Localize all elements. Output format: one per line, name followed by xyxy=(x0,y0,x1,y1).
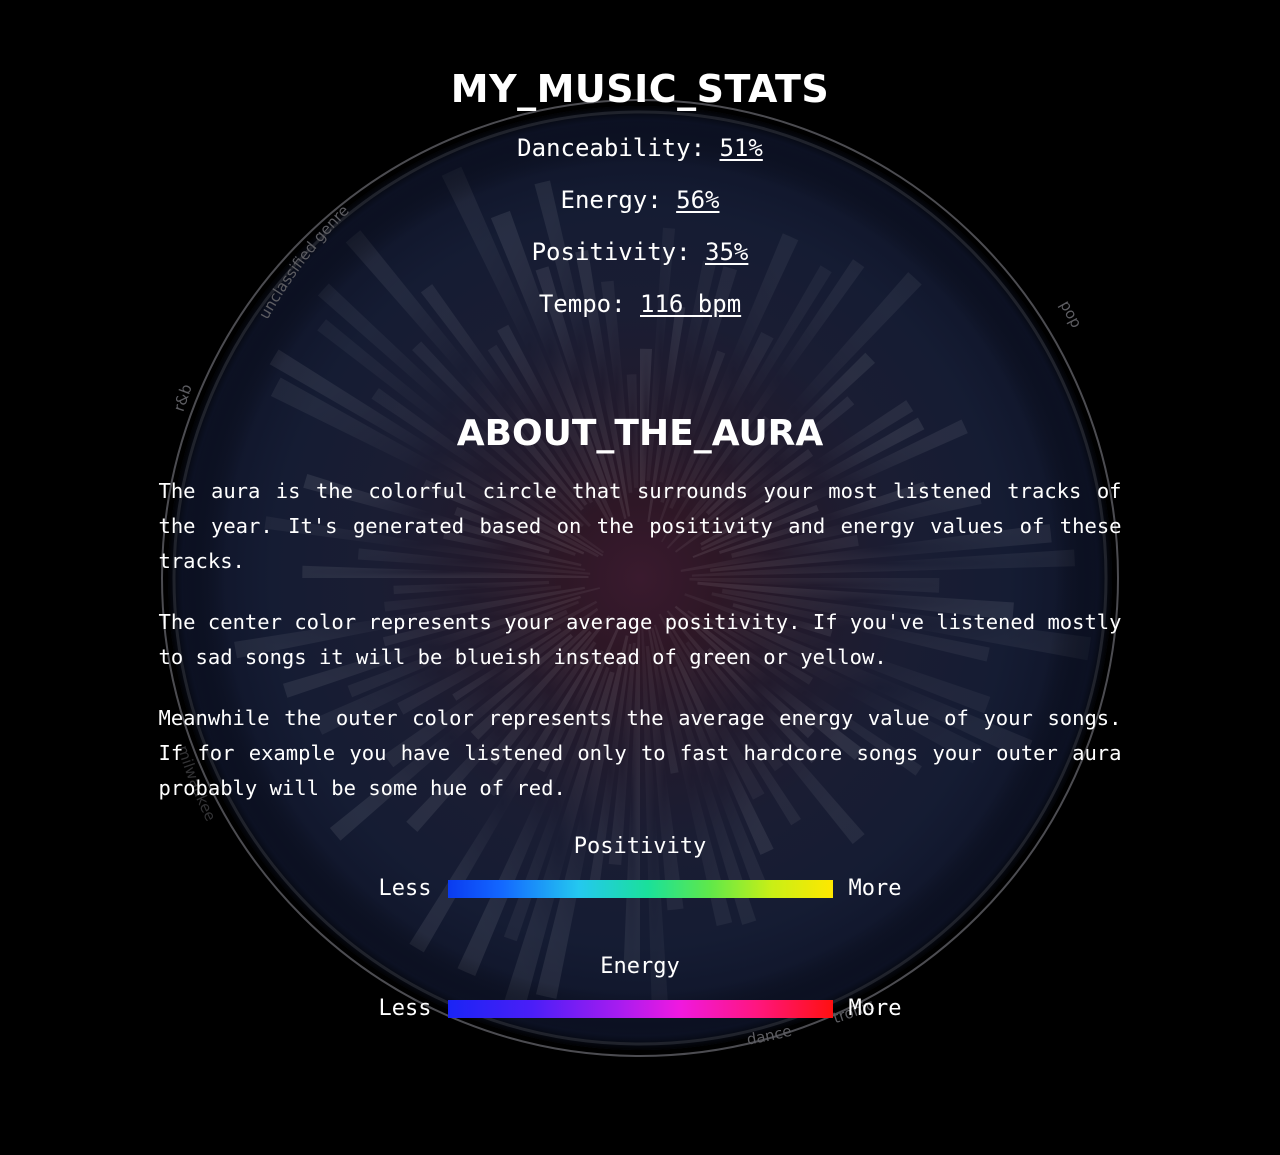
positivity-legend: Positivity Less More xyxy=(0,836,1280,900)
energy-gradient-bar xyxy=(447,1000,833,1018)
about-paragraph-3: Meanwhile the outer color represents the… xyxy=(158,706,1122,800)
stat-label-tempo: Tempo: xyxy=(538,290,626,318)
stat-value-positivity: 35% xyxy=(705,238,749,266)
page-content: MY_MUSIC_STATS Danceability: 51% Energy:… xyxy=(0,0,1280,1155)
stat-value-tempo: 116 bpm xyxy=(640,290,742,318)
legend-spacer xyxy=(0,900,1280,926)
positivity-legend-more-label: More xyxy=(848,876,902,901)
about-paragraph-2: The center color represents your average… xyxy=(158,610,1122,669)
about-section-title: ABOUT_THE_AURA xyxy=(456,413,824,454)
positivity-gradient-bar xyxy=(447,880,833,898)
stat-label-energy: Energy: xyxy=(560,186,662,214)
page-title: MY_MUSIC_STATS xyxy=(450,67,830,111)
positivity-legend-scale: Less More xyxy=(0,878,1280,900)
stat-value-danceability: 51% xyxy=(719,134,763,162)
energy-legend: Energy Less More xyxy=(0,956,1280,1020)
about-section-body: The aura is the colorful circle that sur… xyxy=(159,452,1122,806)
stat-row-tempo: Tempo: 116 bpm xyxy=(0,292,1280,316)
energy-legend-scale: Less More xyxy=(0,998,1280,1020)
about-paragraph-1: The aura is the colorful circle that sur… xyxy=(158,479,1122,573)
energy-legend-caption: Energy xyxy=(600,954,680,979)
stat-row-positivity: Positivity: 35% xyxy=(0,240,1280,264)
positivity-legend-less-label: Less xyxy=(378,876,432,901)
positivity-legend-caption: Positivity xyxy=(573,834,707,859)
stats-list: Danceability: 51% Energy: 56% Positivity… xyxy=(0,136,1280,316)
stat-row-danceability: Danceability: 51% xyxy=(0,136,1280,160)
energy-legend-more-label: More xyxy=(848,996,902,1021)
energy-legend-less-label: Less xyxy=(378,996,432,1021)
stat-row-energy: Energy: 56% xyxy=(0,188,1280,212)
stat-label-danceability: Danceability: xyxy=(517,134,706,162)
stat-label-positivity: Positivity: xyxy=(531,238,691,266)
stat-value-energy: 56% xyxy=(676,186,720,214)
